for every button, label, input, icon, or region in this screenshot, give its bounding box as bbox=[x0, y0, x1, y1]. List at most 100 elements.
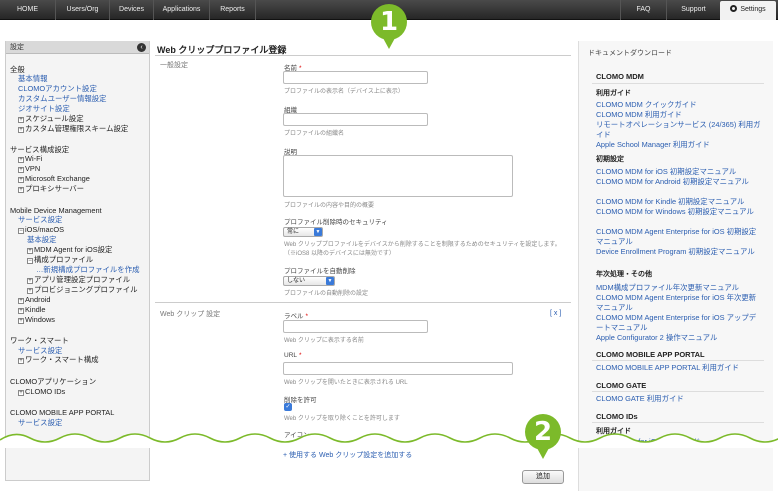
submit-add-button[interactable]: 追加 bbox=[522, 470, 564, 484]
nav-users-org[interactable]: Users/Org bbox=[56, 0, 110, 20]
security-select[interactable]: 常に ▼ bbox=[283, 227, 323, 237]
sidebar-item-android[interactable]: + Android bbox=[18, 295, 50, 305]
sidebar-item-config-profile[interactable]: − 構成プロファイル bbox=[27, 255, 93, 265]
divider bbox=[592, 422, 764, 423]
sidebar-item-windows[interactable]: + Windows bbox=[18, 315, 55, 325]
doc-link[interactable]: CLOMO GATE 利用ガイド bbox=[596, 394, 761, 404]
doc-link[interactable]: CLOMO MDM 利用ガイド bbox=[596, 110, 761, 120]
doc-link[interactable]: CLOMO MDM for Kindle 初期設定マニュアル bbox=[596, 197, 761, 207]
sidebar-item-mdm-service[interactable]: サービス設定 bbox=[18, 215, 62, 225]
doc-link[interactable]: MDM構成プロファイル年次更新マニュアル bbox=[596, 283, 761, 293]
sidebar-item-new-profile[interactable]: …新規構成プロファイルを作成 bbox=[36, 265, 139, 275]
doc-link[interactable]: CLOMO MDM Agent Enterprise for iOS 年次更新マ… bbox=[596, 293, 761, 312]
sidebar-item-geosite[interactable]: ジオサイト設定 bbox=[18, 104, 70, 114]
expand-icon[interactable]: + bbox=[18, 298, 24, 304]
removable-hint: Web クリップを取り除くことを許可します bbox=[284, 416, 400, 422]
nav-applications[interactable]: Applications bbox=[154, 0, 210, 20]
org-input[interactable] bbox=[283, 113, 428, 126]
nav-reports[interactable]: Reports bbox=[210, 0, 256, 20]
sidebar-item-schedule[interactable]: + スケジュール設定 bbox=[18, 114, 84, 124]
autodel-label: プロファイルを自動削除 bbox=[284, 268, 356, 275]
expand-icon[interactable]: + bbox=[18, 187, 24, 193]
divider bbox=[155, 55, 571, 56]
expand-icon[interactable]: + bbox=[18, 157, 24, 163]
label-label-text: ラベル bbox=[284, 313, 304, 320]
security-hint: Web クリッププロファイルをデバイスから削除することを制限するためのセキュリテ… bbox=[284, 242, 561, 248]
sidebar-item-ios-basic[interactable]: 基本設定 bbox=[27, 235, 57, 245]
sidebar-item-vpn[interactable]: + VPN bbox=[18, 164, 40, 174]
collapse-icon[interactable]: − bbox=[27, 258, 33, 264]
expand-icon[interactable]: + bbox=[18, 177, 24, 183]
doc-link[interactable]: CLOMO MDM Agent Enterprise for iOS アップデー… bbox=[596, 313, 761, 332]
doc-link[interactable]: CLOMO MDM for iOS 初期設定マニュアル bbox=[596, 167, 761, 177]
doc-link[interactable]: Device Enrollment Program 初期設定マニュアル bbox=[596, 247, 761, 257]
name-input[interactable] bbox=[283, 71, 428, 84]
sidebar-item-provisioning[interactable]: + プロビジョニングプロファイル bbox=[27, 285, 137, 295]
doc-link[interactable]: Apple School Manager 利用ガイド bbox=[596, 140, 761, 150]
sidebar-item-label: プロキシサーバー bbox=[25, 184, 85, 193]
sidebar-item-ios[interactable]: − iOS/macOS bbox=[18, 225, 64, 235]
url-hint: Web クリップを開いたときに表示される URL bbox=[284, 380, 408, 386]
nav-devices[interactable]: Devices bbox=[110, 0, 154, 20]
sidebar-item-custom-admin[interactable]: + カスタム管理権限スキーム設定 bbox=[18, 124, 128, 134]
description-textarea[interactable] bbox=[283, 155, 513, 197]
sidebar-item-basic-info[interactable]: 基本情報 bbox=[18, 74, 48, 84]
expand-icon[interactable]: + bbox=[27, 288, 33, 294]
doc-link[interactable]: CLOMO MDM for Windows 初期設定マニュアル bbox=[596, 207, 761, 217]
doc-link[interactable]: CLOMO MOBILE APP PORTAL 利用ガイド bbox=[596, 363, 761, 373]
security-hint-note: （※iOS8 以降のデバイスには無効です） bbox=[284, 251, 395, 257]
expand-icon[interactable]: + bbox=[18, 318, 24, 324]
sidebar-group-work-smart: ワーク・スマート bbox=[10, 336, 69, 345]
expand-icon[interactable]: + bbox=[18, 390, 24, 396]
app-root: HOME Users/Org Devices Applications Repo… bbox=[0, 0, 778, 500]
collapse-icon[interactable]: − bbox=[18, 228, 24, 234]
removable-checkbox[interactable]: ✓ bbox=[284, 403, 292, 411]
nav-support[interactable]: Support bbox=[666, 0, 720, 20]
expand-icon[interactable]: + bbox=[18, 167, 24, 173]
ids-docs-title: CLOMO IDs bbox=[596, 412, 638, 421]
expand-icon[interactable]: + bbox=[18, 308, 24, 314]
doc-link[interactable]: CLOMO MDM クイックガイド bbox=[596, 100, 761, 110]
expand-icon[interactable]: + bbox=[27, 278, 33, 284]
sidebar-item-mdm-agent[interactable]: + MDM Agent for iOS設定 bbox=[27, 245, 112, 255]
nav-home[interactable]: HOME bbox=[0, 0, 56, 20]
wave-divider bbox=[0, 433, 778, 448]
sidebar-item-custom-user[interactable]: カスタムユーザー情報設定 bbox=[18, 94, 107, 104]
expand-icon[interactable]: + bbox=[18, 117, 24, 123]
sidebar-item-kindle[interactable]: + Kindle bbox=[18, 305, 46, 315]
divider bbox=[592, 83, 764, 84]
url-input[interactable] bbox=[283, 362, 513, 375]
sidebar-item-exchange[interactable]: + Microsoft Exchange bbox=[18, 174, 90, 184]
autodel-hint: プロファイルの自動削除の設定 bbox=[284, 291, 369, 297]
divider bbox=[155, 302, 571, 303]
sidebar-header-label: 設定 bbox=[10, 44, 24, 51]
required-mark: * bbox=[299, 352, 302, 359]
sidebar-item-app-profile[interactable]: + アプリ管理設定プロファイル bbox=[27, 275, 130, 285]
chevron-down-icon: ▼ bbox=[314, 228, 322, 236]
sidebar-item-clomo-ids[interactable]: + CLOMO IDs bbox=[18, 387, 65, 397]
sidebar-item-proxy[interactable]: + プロキシサーバー bbox=[18, 184, 84, 194]
remove-webclip-link[interactable]: [ x ] bbox=[550, 310, 561, 317]
sidebar-item-label: iOS/macOS bbox=[25, 225, 65, 234]
sidebar-item-wifi[interactable]: + Wi-Fi bbox=[18, 154, 42, 164]
autodel-select[interactable]: しない ▼ bbox=[283, 276, 335, 286]
expand-icon[interactable]: + bbox=[18, 127, 24, 133]
sidebar-item-portal-service[interactable]: サービス設定 bbox=[18, 418, 62, 428]
gate-docs-title: CLOMO GATE bbox=[596, 381, 647, 390]
nav-faq[interactable]: FAQ bbox=[620, 0, 666, 20]
doc-link[interactable]: CLOMO MDM Agent Enterprise for iOS 初期設定マ… bbox=[596, 227, 761, 246]
add-webclip-link[interactable]: + 使用する Web クリップ設定を追加する bbox=[283, 450, 412, 460]
doc-link[interactable]: リモートオペレーションサービス (24/365) 利用ガイド bbox=[596, 120, 761, 139]
doc-link[interactable]: CLOMO MDM for Android 初期設定マニュアル bbox=[596, 177, 761, 187]
expand-icon[interactable]: + bbox=[27, 248, 33, 254]
webclip-section-label: Web クリップ 設定 bbox=[160, 311, 221, 318]
settings-tab[interactable]: Settings bbox=[720, 1, 776, 20]
sidebar-item-label: 構成プロファイル bbox=[34, 255, 94, 264]
sidebar-item-label: スケジュール設定 bbox=[25, 114, 84, 123]
collapse-sidebar-icon[interactable]: ‹ bbox=[137, 43, 146, 52]
expand-icon[interactable]: + bbox=[18, 358, 24, 364]
sidebar-item-work-config[interactable]: + ワーク・スマート構成 bbox=[18, 355, 99, 365]
label-input[interactable] bbox=[283, 320, 428, 333]
sidebar-item-clomo-account[interactable]: CLOMOアカウント設定 bbox=[18, 84, 97, 94]
doc-link[interactable]: Apple Configurator 2 操作マニュアル bbox=[596, 333, 761, 343]
